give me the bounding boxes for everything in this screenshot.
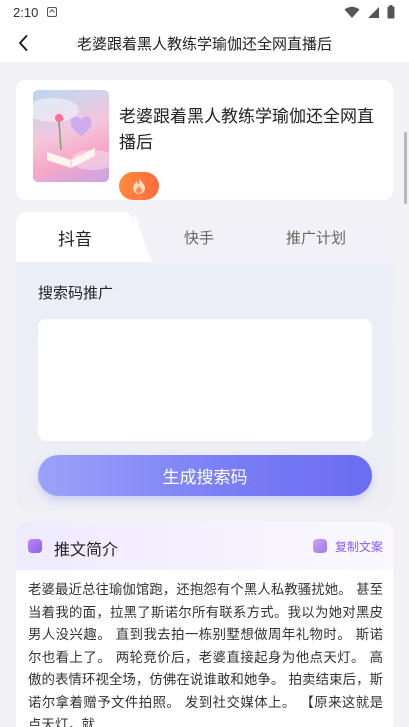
- notification-icon: [47, 7, 58, 17]
- copy-icon: [312, 539, 327, 553]
- promo-body: 搜索码推广 生成搜索码: [16, 262, 393, 510]
- intro-title: 推文简介: [54, 540, 119, 559]
- status-icons: [344, 5, 395, 19]
- copy-text-button[interactable]: 复制文案: [312, 536, 383, 556]
- cover-image: [33, 90, 109, 182]
- drama-title: 老婆跟着黑人教练学瑜伽还全网直播后: [119, 107, 374, 153]
- document-icon: [28, 539, 42, 553]
- status-bar: 2:10: [0, 0, 409, 24]
- wifi-icon: [344, 6, 360, 18]
- content-scroll[interactable]: 老婆跟着黑人教练学瑜伽还全网直播后 抖音 快手 推广计划 搜索码推广 生成搜索码…: [0, 62, 409, 727]
- promo-card: 抖音 快手 推广计划 搜索码推广 生成搜索码: [16, 212, 393, 510]
- status-time: 2:10: [13, 4, 39, 20]
- platform-tabs: 抖音 快手 推广计划: [16, 212, 393, 262]
- intro-card: 推文简介 复制文案 老婆最近总往瑜伽馆跑，还抱怨有个黑人私教骚扰她。 甚至当着我…: [16, 522, 393, 727]
- search-code-label: 搜索码推广: [38, 284, 114, 302]
- intro-header: 推文简介 复制文案: [16, 522, 393, 570]
- generate-code-button[interactable]: 生成搜索码: [38, 455, 372, 496]
- copy-text-label: 复制文案: [334, 539, 383, 554]
- scrollbar[interactable]: [404, 132, 407, 204]
- tab-promo-plan[interactable]: 推广计划: [266, 212, 366, 262]
- tab-douyin[interactable]: 抖音: [16, 212, 134, 262]
- page-title: 老婆跟着黑人教练学瑜伽还全网直播后: [76, 34, 332, 53]
- chevron-left-icon: [19, 35, 28, 51]
- signal-icon: [368, 6, 379, 18]
- intro-text: 老婆最近总往瑜伽馆跑，还抱怨有个黑人私教骚扰她。 甚至当着我的面，拉黑了斯诺尔所…: [28, 583, 383, 727]
- flame-icon: [133, 178, 145, 194]
- tab-kuaishou[interactable]: 快手: [144, 212, 254, 262]
- search-code-box[interactable]: [38, 319, 372, 441]
- drama-tag: [119, 172, 159, 200]
- battery-icon: [387, 5, 395, 19]
- back-button[interactable]: [10, 30, 36, 56]
- drama-card: 老婆跟着黑人教练学瑜伽还全网直播后: [16, 80, 393, 200]
- cover-illustration: [33, 98, 109, 170]
- nav-bar: 老婆跟着黑人教练学瑜伽还全网直播后: [0, 24, 409, 62]
